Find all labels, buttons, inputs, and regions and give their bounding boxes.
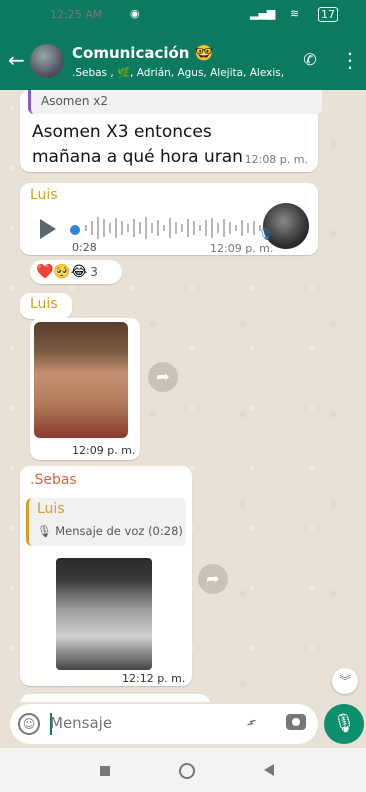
quoted-text: Asomen x2 xyxy=(41,94,109,108)
whatsapp-status-icon: ◉ xyxy=(130,7,140,20)
chat-header: ← Comunicación 🤓 .Sebas , 🌿, Adrián, Agu… xyxy=(0,30,366,90)
message-input[interactable] xyxy=(50,714,230,732)
sticker-image[interactable] xyxy=(56,558,152,670)
message-time: 12:08 p. m. xyxy=(244,153,308,166)
scroll-down-icon[interactable]: ︾ xyxy=(332,668,358,694)
nav-back-icon[interactable] xyxy=(264,764,274,776)
forward-icon[interactable]: ➦ xyxy=(148,362,178,392)
message-time: 12:12 p. m. xyxy=(122,672,186,685)
quoted-message[interactable]: Asomen x2 xyxy=(28,90,322,114)
message-composer[interactable]: ☺ ⌁ xyxy=(10,704,318,744)
sticker-message[interactable]: 12:09 p. m. xyxy=(30,318,140,460)
sender-label-bubble[interactable]: Luis xyxy=(20,293,72,319)
back-arrow-icon[interactable]: ← xyxy=(8,50,25,70)
reaction-count: 3 xyxy=(90,265,98,279)
voice-progress-knob[interactable] xyxy=(70,225,80,235)
sender-name: Luis xyxy=(30,296,58,312)
mic-icon[interactable]: 🎙 xyxy=(324,704,364,744)
reply-sticker-message[interactable]: .Sebas Luis 🎙 Mensaje de voz (0:28) 12:1… xyxy=(20,466,192,686)
status-time: 12:25 AM xyxy=(50,8,103,21)
quoted-text: 🎙 Mensaje de voz (0:28) xyxy=(37,524,183,538)
message-time: 12:09 p. m. xyxy=(210,242,274,255)
signal-icon: ▂▄▆ xyxy=(250,7,276,20)
sticker-image[interactable] xyxy=(34,322,128,438)
message-time: 12:09 p. m. xyxy=(72,444,136,457)
add-call-icon[interactable]: ✆ xyxy=(298,50,322,72)
nav-recent-icon[interactable] xyxy=(100,766,110,776)
sender-avatar[interactable] xyxy=(263,203,309,249)
reaction-emojis: ❤️🥺😂 xyxy=(36,264,88,280)
attach-icon[interactable]: ⌁ xyxy=(240,711,263,734)
voice-duration: 0:28 xyxy=(72,241,97,254)
group-name[interactable]: Comunicación 🤓 xyxy=(72,44,213,62)
system-nav-bar xyxy=(0,748,366,792)
wifi-icon: ≋ xyxy=(290,7,300,20)
message-text: Asomen X3 entonces mañana a qué hora ura… xyxy=(32,122,243,167)
emoji-icon[interactable]: ☺ xyxy=(18,713,40,735)
quoted-message[interactable]: Luis 🎙 Mensaje de voz (0:28) xyxy=(26,498,186,546)
mic-mini-icon: 🎙 xyxy=(258,227,274,241)
kebab-menu-icon[interactable]: ⋮ xyxy=(340,48,360,74)
group-members[interactable]: .Sebas , 🌿, Adrián, Agus, Alejita, Alexi… xyxy=(72,66,287,79)
status-bar: 12:25 AM ◉ ▂▄▆ ≋ 17 xyxy=(0,0,366,30)
sender-name: .Sebas xyxy=(30,472,77,488)
chat-area[interactable]: Asomen x2 Asomen X3 entonces mañana a qu… xyxy=(0,90,366,702)
camera-icon[interactable] xyxy=(286,714,306,730)
battery-icon: 17 xyxy=(318,7,338,22)
voice-message-bubble[interactable]: Luis 0:28 12:09 p. m. 🎙 xyxy=(20,183,318,255)
quoted-sender: Luis xyxy=(37,501,65,517)
partial-message-bubble[interactable] xyxy=(20,694,210,702)
reactions-pill[interactable]: ❤️🥺😂 3 xyxy=(30,260,122,284)
nav-home-icon[interactable] xyxy=(179,763,195,779)
sender-name: Luis xyxy=(30,187,58,203)
message-bubble[interactable]: Asomen x2 Asomen X3 entonces mañana a qu… xyxy=(20,90,322,172)
play-icon[interactable] xyxy=(40,219,56,239)
forward-icon[interactable]: ➦ xyxy=(198,564,228,594)
group-avatar[interactable] xyxy=(30,44,64,78)
voice-waveform[interactable] xyxy=(82,213,264,243)
